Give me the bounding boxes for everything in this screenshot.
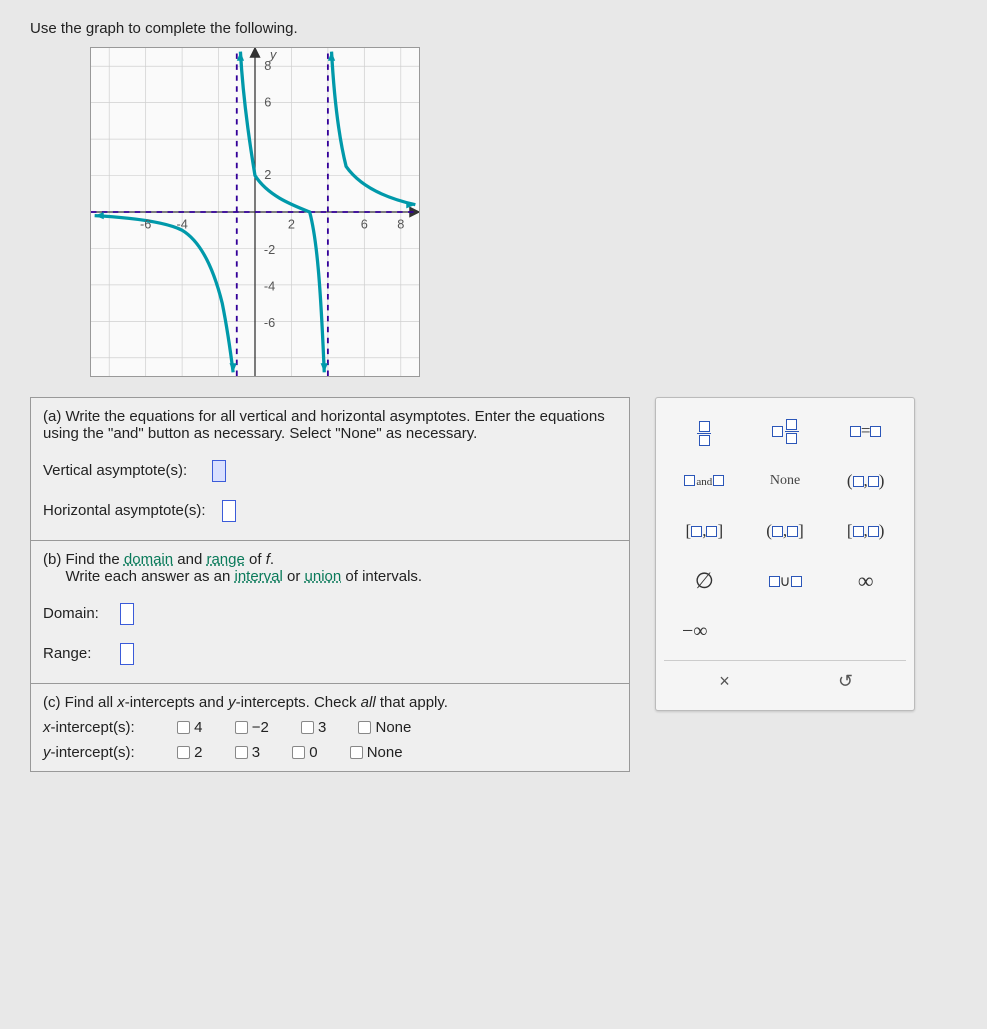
x-intercept-label: x-intercept(s):: [43, 719, 173, 736]
va-input[interactable]: [212, 460, 226, 482]
kp-open-closed[interactable]: (,]: [745, 521, 826, 541]
kp-reset[interactable]: ↺: [785, 661, 906, 702]
svg-text:-2: -2: [264, 242, 275, 257]
y-opt-0[interactable]: 2: [177, 744, 202, 761]
svg-text:2: 2: [288, 216, 295, 231]
domain-link[interactable]: domain: [124, 551, 173, 568]
kp-closed-open[interactable]: [,): [825, 521, 906, 541]
y-opt-1[interactable]: 3: [235, 744, 260, 761]
checkbox-icon[interactable]: [235, 721, 248, 734]
union-link[interactable]: union: [305, 568, 342, 585]
kp-neg-infinity[interactable]: −∞: [664, 620, 757, 643]
x-opt-3[interactable]: None: [358, 719, 411, 736]
range-input[interactable]: [120, 643, 134, 665]
svg-text:-4: -4: [264, 278, 275, 293]
kp-and[interactable]: and: [664, 473, 745, 489]
kp-none[interactable]: None: [745, 473, 826, 489]
svg-text:6: 6: [361, 216, 368, 231]
svg-text:-4: -4: [176, 216, 187, 231]
va-label: Vertical asymptote(s):: [43, 462, 187, 479]
y-opt-3[interactable]: None: [350, 744, 403, 761]
reset-icon: ↺: [838, 671, 853, 691]
part-a-text: Write the equations for all vertical and…: [43, 408, 605, 442]
svg-text:2: 2: [264, 167, 271, 182]
interval-link[interactable]: interval: [234, 568, 282, 585]
x-opt-1[interactable]: −2: [235, 719, 269, 736]
domain-input[interactable]: [120, 603, 134, 625]
kp-union[interactable]: ∪: [745, 571, 826, 591]
checkbox-icon[interactable]: [292, 746, 305, 759]
ha-input[interactable]: [222, 500, 236, 522]
x-opt-2[interactable]: 3: [301, 719, 326, 736]
checkbox-icon[interactable]: [177, 721, 190, 734]
kp-closed-closed[interactable]: [,]: [664, 521, 745, 541]
checkbox-icon[interactable]: [301, 721, 314, 734]
kp-mixed-fraction[interactable]: [745, 419, 826, 444]
svg-text:-6: -6: [140, 216, 151, 231]
math-keypad: = and None (,) [,] (,] [,) ∅: [655, 397, 915, 711]
range-link[interactable]: range: [206, 551, 244, 568]
part-a-label: (a): [43, 408, 61, 425]
svg-text:-6: -6: [264, 315, 275, 330]
checkbox-icon[interactable]: [235, 746, 248, 759]
checkbox-icon[interactable]: [358, 721, 371, 734]
kp-fraction[interactable]: [664, 417, 745, 446]
svg-text:8: 8: [397, 216, 404, 231]
kp-clear[interactable]: ×: [664, 661, 785, 702]
svg-text:y: y: [269, 48, 278, 62]
checkbox-icon[interactable]: [350, 746, 363, 759]
part-a: (a) Write the equations for all vertical…: [31, 398, 629, 541]
question-box: (a) Write the equations for all vertical…: [30, 397, 630, 772]
range-label: Range:: [43, 645, 91, 662]
function-graph: -6-4 268 268 -2-4-6 y: [90, 47, 420, 377]
kp-infinity[interactable]: ∞: [825, 568, 906, 594]
x-opt-0[interactable]: 4: [177, 719, 202, 736]
part-c-label: (c): [43, 694, 61, 711]
svg-text:6: 6: [264, 94, 271, 109]
kp-open-open[interactable]: (,): [825, 471, 906, 491]
domain-label: Domain:: [43, 605, 99, 622]
kp-equals[interactable]: =: [825, 421, 906, 441]
y-opt-2[interactable]: 0: [292, 744, 317, 761]
checkbox-icon[interactable]: [177, 746, 190, 759]
y-intercept-label: y-intercept(s):: [43, 744, 173, 761]
part-b-label: (b): [43, 551, 61, 568]
ha-label: Horizontal asymptote(s):: [43, 502, 206, 519]
part-c: (c) Find all x-intercepts and y-intercep…: [31, 684, 629, 771]
question-prompt: Use the graph to complete the following.: [30, 20, 957, 37]
kp-empty-set[interactable]: ∅: [664, 568, 745, 594]
part-b: (b) Find the domain and range of f. (b) …: [31, 541, 629, 684]
